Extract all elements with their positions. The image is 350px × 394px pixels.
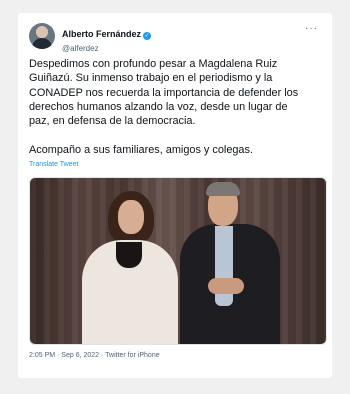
tweet-card: Alberto Fernández ✓ @alferdez ··· Despedi… — [18, 13, 332, 378]
photo-person-man-shirt — [215, 226, 233, 306]
translate-tweet-link[interactable]: Translate Tweet — [29, 161, 78, 168]
tweet-timestamp[interactable]: 2:05 PM · Sep 6, 2022 · Twitter for iPho… — [29, 352, 160, 359]
tweet-text: Despedimos con profundo pesar a Magdalen… — [29, 58, 299, 156]
verified-badge-icon: ✓ — [143, 32, 152, 40]
photo-person-woman-top — [116, 242, 142, 268]
photo-person-woman-face — [118, 200, 144, 234]
photo-background — [30, 178, 326, 344]
tweet-header: Alberto Fernández ✓ @alferdez ··· — [29, 23, 322, 53]
display-name[interactable]: Alberto Fernández — [62, 29, 141, 39]
photo-person-man-hair — [206, 182, 240, 196]
more-options-icon[interactable]: ··· — [305, 24, 318, 34]
photo-person-man-hands — [208, 278, 244, 294]
handle[interactable]: @alferdez — [62, 44, 151, 53]
tweet-photo[interactable] — [29, 177, 327, 345]
avatar[interactable] — [29, 23, 55, 49]
author-block[interactable]: Alberto Fernández ✓ @alferdez — [62, 24, 152, 53]
